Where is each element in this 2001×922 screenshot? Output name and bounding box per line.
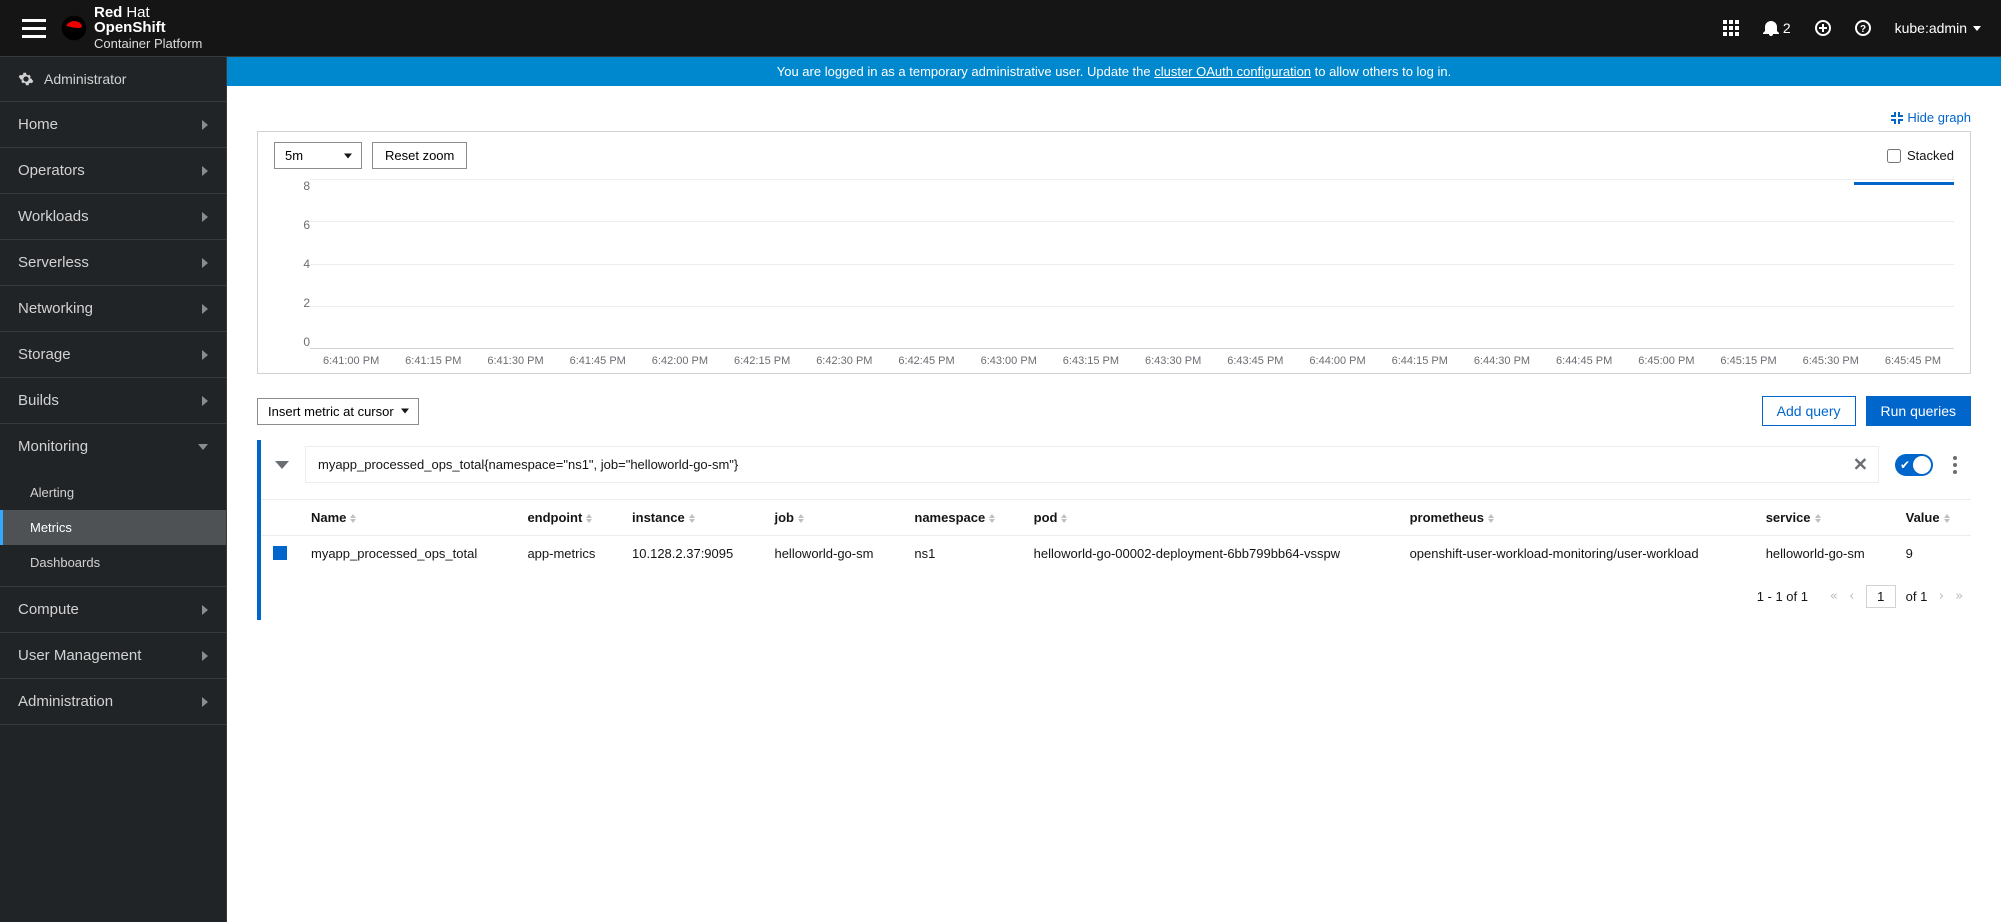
add-query-button[interactable]: Add query [1762,396,1856,426]
user-label: kube:admin [1895,20,1967,36]
run-queries-button[interactable]: Run queries [1866,396,1972,426]
nav-monitoring-alerting[interactable]: Alerting [0,475,226,510]
page-prev-button[interactable]: ‹ [1848,589,1856,604]
compress-icon [1891,112,1903,124]
gear-icon [18,71,34,87]
chart-panel: 5m Reset zoom Stacked 8 6 4 2 0 [257,131,1971,374]
page-last-button[interactable]: » [1955,589,1963,604]
table-row: myapp_processed_ops_total app-metrics 10… [261,536,1971,574]
col-value[interactable]: Value [1894,500,1971,536]
nav-workloads[interactable]: Workloads [0,194,226,240]
pagination-range[interactable]: 1 - 1 of 1 [1757,589,1812,604]
login-banner: You are logged in as a temporary adminis… [227,57,2001,86]
col-instance[interactable]: instance [620,500,762,536]
nav-storage[interactable]: Storage [0,332,226,378]
nav-compute[interactable]: Compute [0,587,226,633]
nav-serverless[interactable]: Serverless [0,240,226,286]
col-endpoint[interactable]: endpoint [515,500,620,536]
page-next-button[interactable]: › [1937,589,1945,604]
col-namespace[interactable]: namespace [902,500,1021,536]
help-icon[interactable]: ? [1855,20,1871,36]
redhat-icon [60,14,88,42]
pagination: 1 - 1 of 1 « ‹ of 1 › » [261,573,1971,620]
perspective-switcher[interactable]: Administrator [0,57,226,102]
query-text: myapp_processed_ops_total{namespace="ns1… [318,457,738,472]
add-icon[interactable] [1815,20,1831,36]
masthead: Red Hat OpenShift Container Platform 2 ?… [0,0,2001,57]
chart-series-line [1854,182,1954,185]
svg-text:?: ? [1860,24,1866,35]
chart-yaxis: 8 6 4 2 0 [274,179,310,349]
results-table: Name endpoint instance job namespace pod… [261,499,1971,620]
nav-monitoring-dashboards[interactable]: Dashboards [0,545,226,580]
page-first-button[interactable]: « [1830,589,1838,604]
app-launcher-icon[interactable] [1723,20,1739,36]
nav-user-management[interactable]: User Management [0,633,226,679]
stacked-checkbox[interactable] [1887,149,1901,163]
col-pod[interactable]: pod [1022,500,1398,536]
nav-home[interactable]: Home [0,102,226,148]
nav-operators[interactable]: Operators [0,148,226,194]
insert-metric-select[interactable]: Insert metric at cursor [257,398,419,425]
col-name[interactable]: Name [299,500,515,536]
nav-monitoring-submenu: Alerting Metrics Dashboards [0,469,226,587]
clear-query-icon[interactable]: ✕ [1853,454,1868,475]
query-block: myapp_processed_ops_total{namespace="ns1… [257,440,1971,620]
nav-builds[interactable]: Builds [0,378,226,424]
oauth-config-link[interactable]: cluster OAuth configuration [1154,64,1311,79]
col-job[interactable]: job [762,500,902,536]
col-prometheus[interactable]: prometheus [1398,500,1754,536]
series-color-swatch[interactable] [273,546,287,560]
notifications-count: 2 [1783,20,1791,36]
query-input[interactable]: myapp_processed_ops_total{namespace="ns1… [305,446,1879,483]
nav-monitoring-metrics[interactable]: Metrics [0,510,226,545]
nav-networking[interactable]: Networking [0,286,226,332]
page-of-label: of 1 [1906,589,1928,604]
query-kebab-menu[interactable] [1949,452,1961,478]
col-service[interactable]: service [1754,500,1894,536]
user-menu[interactable]: kube:admin [1895,20,1981,36]
time-range-select[interactable]: 5m [274,142,362,169]
caret-down-icon [1973,26,1981,31]
hide-graph-button[interactable]: Hide graph [1891,110,1971,125]
page-number-input[interactable] [1866,585,1896,608]
brand-logo[interactable]: Red Hat OpenShift Container Platform [60,5,202,51]
brand-line3: Container Platform [94,37,202,51]
nav-monitoring[interactable]: Monitoring [0,424,226,469]
query-collapse-toggle[interactable] [275,461,289,469]
chart-area[interactable]: 8 6 4 2 0 [274,179,1954,349]
chart-plot [310,179,1954,349]
stacked-label: Stacked [1907,148,1954,163]
notifications-icon[interactable]: 2 [1763,20,1791,36]
perspective-label: Administrator [44,71,126,87]
query-enabled-toggle[interactable]: ✔ [1895,454,1933,476]
main-content: You are logged in as a temporary adminis… [227,57,2001,922]
sidebar: Administrator Home Operators Workloads S… [0,57,227,922]
chart-xaxis: 6:41:00 PM6:41:15 PM6:41:30 PM6:41:45 PM… [310,349,1954,367]
nav-administration[interactable]: Administration [0,679,226,725]
reset-zoom-button[interactable]: Reset zoom [372,142,467,169]
brand-line2: OpenShift [94,20,166,37]
nav-toggle-button[interactable] [22,16,46,40]
